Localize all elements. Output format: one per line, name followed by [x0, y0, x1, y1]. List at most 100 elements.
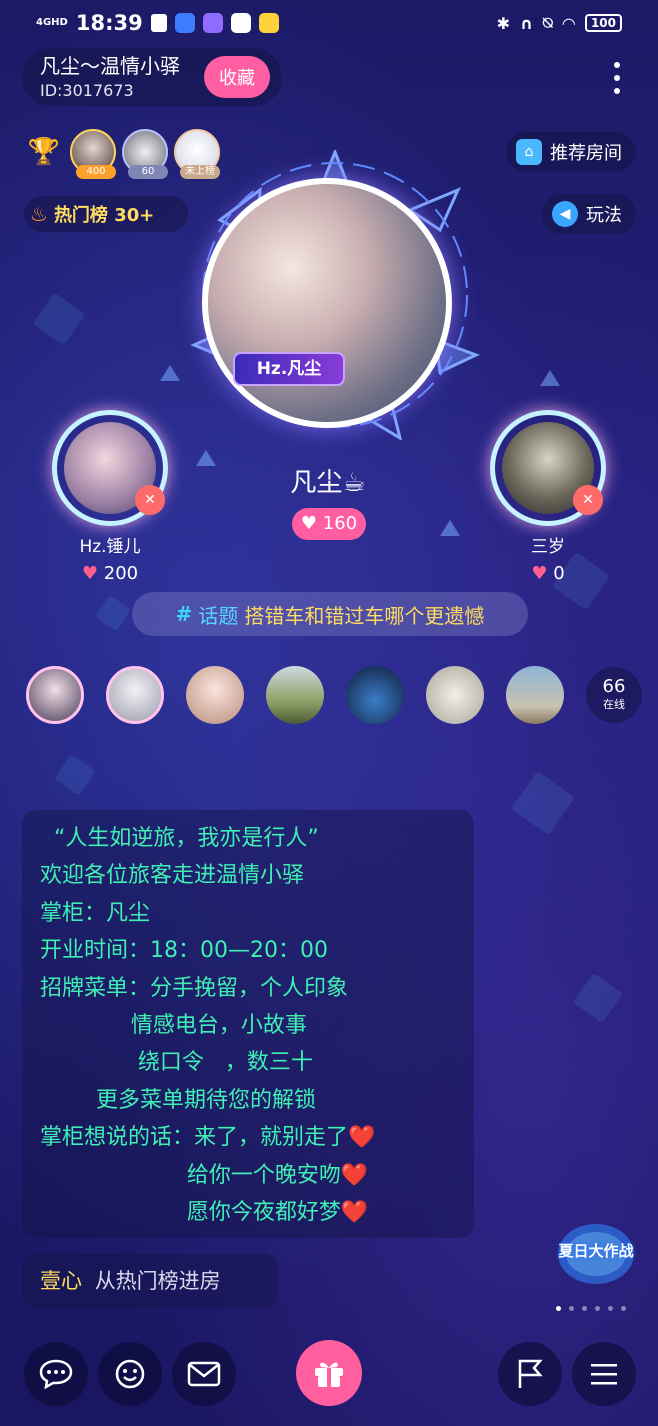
- audience-avatar[interactable]: [26, 666, 84, 724]
- bg-decoration: [54, 754, 96, 796]
- heart-icon: ♥: [81, 563, 99, 584]
- rank-score: 60: [128, 165, 168, 179]
- notice-line: 掌柜想说的话：来了，就别走了❤️: [40, 1125, 376, 1151]
- bluetooth-icon: ✱: [496, 13, 511, 33]
- host-tag: Hz.凡尘: [233, 352, 345, 386]
- menu-button[interactable]: [572, 1342, 636, 1406]
- host-like-count: 160: [322, 513, 358, 534]
- seat-like-count: 0: [553, 563, 565, 584]
- audience-avatar[interactable]: [106, 666, 164, 724]
- audience-avatar[interactable]: [346, 666, 404, 724]
- network-type: 4GHD: [36, 17, 68, 28]
- notice-line: 开业时间：18：00—20：00: [40, 938, 328, 964]
- seat-frame: ✕: [52, 410, 168, 526]
- report-button[interactable]: [498, 1342, 562, 1406]
- notice-line: 愿你今夜都好梦❤️: [40, 1200, 369, 1226]
- host-name[interactable]: 凡尘☕: [230, 462, 426, 499]
- online-number: 66: [602, 676, 626, 697]
- checklist-icon: [150, 14, 167, 32]
- room-topic[interactable]: # 话题 搭错车和错过车哪个更遗憾: [132, 592, 528, 636]
- event-badge-text: 夏日大作战: [558, 1242, 634, 1260]
- entry-user[interactable]: 壹心: [40, 1269, 82, 1293]
- mic-seat[interactable]: ✕ 三岁 ♥ 0: [478, 410, 618, 584]
- status-time: 18:39: [75, 11, 143, 35]
- seat-frame: ✕: [490, 410, 606, 526]
- bg-triangle: [160, 365, 180, 381]
- battery-icon: 100: [584, 14, 622, 32]
- app-notification-icon: [202, 13, 223, 33]
- online-label: 在线: [603, 698, 625, 711]
- host-likes: ♥ 160: [292, 508, 366, 540]
- recommend-room-label: 推荐房间: [550, 143, 622, 164]
- recommend-room-button[interactable]: ⌂ 推荐房间: [506, 132, 636, 172]
- seat-likes: ♥ 200: [40, 563, 180, 584]
- entry-message: 壹心 从热门榜进房: [22, 1254, 278, 1308]
- audience-avatar[interactable]: [186, 666, 244, 724]
- gift-icon: [315, 1362, 343, 1387]
- audience-list: 66 在线: [26, 662, 646, 728]
- seat-name: 三岁: [531, 537, 565, 557]
- bg-triangle: [196, 450, 216, 466]
- more-options-icon[interactable]: [604, 58, 630, 98]
- notice-line: 绕口令 ，数三十: [40, 1050, 313, 1076]
- notice-line: 掌柜：凡尘: [40, 900, 151, 926]
- mic-off-icon: ✕: [573, 485, 603, 515]
- notice-line: 欢迎各位旅客走进温情小驿: [40, 863, 305, 889]
- menu-icon: [591, 1364, 617, 1385]
- host-avatar[interactable]: [202, 178, 452, 428]
- notice-line: 给你一个晚安吻❤️: [40, 1162, 369, 1188]
- gameplay-label: 玩法: [586, 205, 622, 226]
- flag-icon: [518, 1359, 543, 1388]
- home-icon: ⌂: [516, 139, 542, 165]
- mic-off-icon: ✕: [135, 485, 165, 515]
- online-count[interactable]: 66 在线: [586, 667, 642, 723]
- chat-bubble-icon: [39, 1359, 73, 1389]
- envelope-icon: [187, 1361, 221, 1387]
- favorite-button[interactable]: 收藏: [204, 56, 270, 98]
- bg-triangle: [540, 370, 560, 386]
- cat-app-icon: [230, 13, 251, 33]
- hot-rank-pill[interactable]: ♨ 热门榜 30+: [24, 196, 188, 232]
- rank-avatar[interactable]: 60: [122, 129, 168, 179]
- wifi-icon: ◠: [562, 13, 575, 33]
- seat-likes: ♥ 0: [478, 563, 618, 584]
- bg-triangle: [440, 520, 460, 536]
- chat-button[interactable]: [24, 1342, 88, 1406]
- topic-text: 搭错车和错过车哪个更遗憾: [244, 603, 485, 628]
- smiley-icon: [115, 1359, 145, 1389]
- room-notice: “人生如逆旅，我亦是行人” 欢迎各位旅客走进温情小驿 掌柜：凡尘 开业时间：18…: [22, 810, 474, 1238]
- seat-name: Hz.锤儿: [79, 537, 141, 557]
- status-bar: 4GHD 18:39 ✱ ∩ ⍉ ◠ 100: [0, 0, 658, 46]
- audience-avatar[interactable]: [266, 666, 324, 724]
- notice-line: 更多菜单期待您的解锁: [40, 1087, 316, 1113]
- topic-label: 话题: [198, 603, 239, 628]
- mic-seat[interactable]: ✕ Hz.锤儿 ♥ 200: [40, 410, 180, 584]
- rank-avatar[interactable]: 400: [70, 129, 116, 179]
- heart-icon: ♥: [531, 563, 548, 584]
- heart-icon: ♥: [300, 513, 318, 534]
- bg-decoration: [510, 770, 576, 836]
- notice-line: 情感电台，小故事: [40, 1013, 307, 1039]
- fire-icon: ♨: [30, 202, 48, 226]
- notice-line: “人生如逆旅，我亦是行人”: [40, 826, 319, 851]
- audience-avatar[interactable]: [426, 666, 484, 724]
- hashtag-icon: #: [175, 602, 193, 626]
- hot-rank-text: 热门榜 30+: [53, 205, 155, 226]
- bg-decoration: [572, 972, 624, 1024]
- gameplay-button[interactable]: ◀ 玩法: [542, 194, 636, 234]
- notice-line: 招牌菜单：分手挽留，个人印象: [40, 975, 349, 1001]
- gift-button[interactable]: [296, 1340, 362, 1406]
- headphones-icon: ∩: [520, 13, 534, 33]
- audience-avatar[interactable]: [506, 666, 564, 724]
- bg-decoration: [32, 292, 86, 346]
- mute-bell-icon: ⍉: [543, 13, 553, 32]
- trophy-icon: 🏆: [27, 137, 61, 167]
- event-badge[interactable]: 夏日大作战: [556, 1214, 636, 1288]
- seat-like-count: 200: [103, 563, 139, 584]
- emoji-button[interactable]: [98, 1342, 162, 1406]
- rank-score: 400: [76, 165, 116, 179]
- entry-action: 从热门榜进房: [94, 1269, 221, 1293]
- message-button[interactable]: [172, 1342, 236, 1406]
- bg-decoration: [94, 594, 132, 632]
- carousel-dots: [556, 1306, 626, 1311]
